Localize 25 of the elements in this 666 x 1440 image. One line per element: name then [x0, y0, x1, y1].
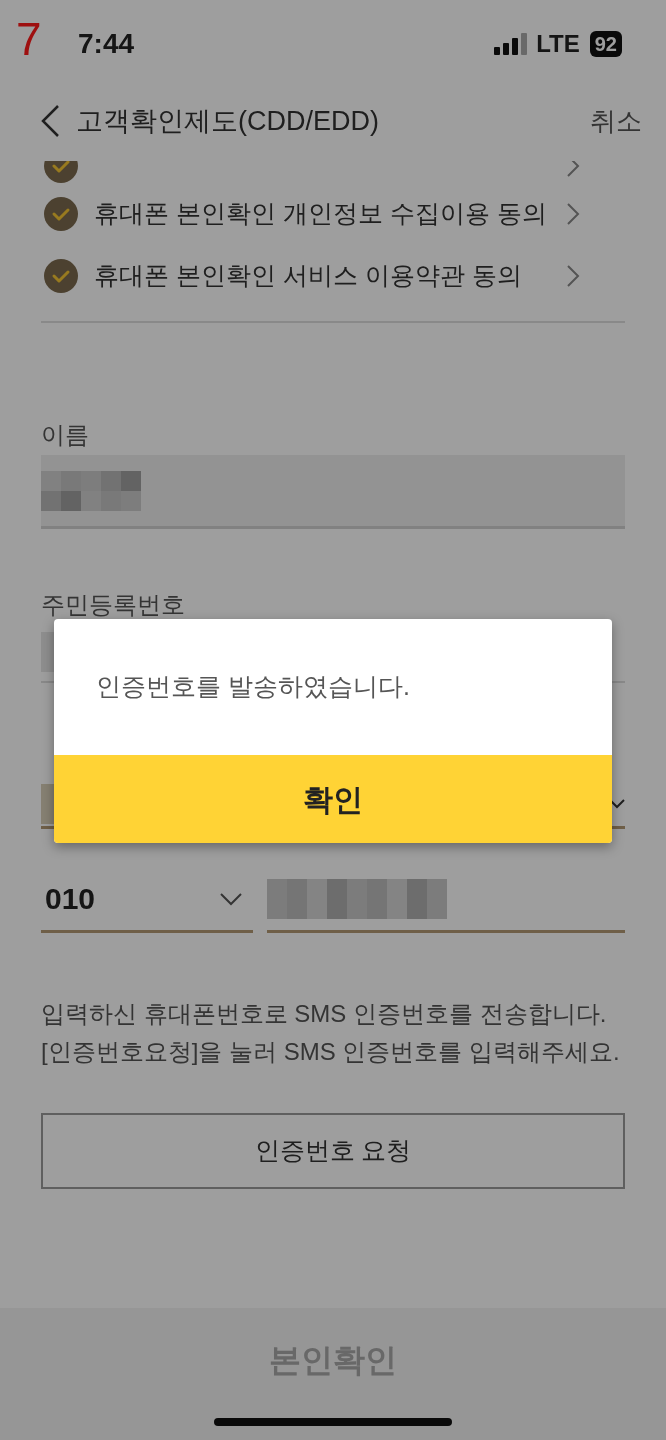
chevron-right-icon [566, 161, 580, 178]
help-text: 입력하신 휴대폰번호로 SMS 인증번호를 전송합니다. [인증번호요청]을 눌러 SMS 인증번호를 입력해주세요. [41, 999, 621, 1067]
page-title: 고객확인제도(CDD/EDD) [76, 104, 379, 138]
signal-icon [494, 33, 529, 55]
field-label: 주민등록번호 [41, 590, 186, 620]
chevron-right-icon [566, 264, 580, 288]
chevron-right-icon [566, 202, 580, 226]
check-icon[interactable] [44, 197, 78, 231]
cancel-button[interactable]: 취소 [590, 101, 642, 141]
field-label: 이름 [41, 420, 90, 450]
caret-icon [609, 798, 625, 809]
check-icon[interactable] [44, 259, 78, 293]
annotation-number: 7 [16, 16, 43, 62]
confirm-button[interactable]: 확인 [54, 755, 612, 843]
agreement-label[interactable]: 휴대폰 본인확인 개인정보 수집이용 동의 [94, 195, 550, 233]
agreement-label[interactable]: 휴대폰 본인확인 서비스 이용약관 동의 [94, 257, 550, 295]
caret-icon [219, 891, 243, 906]
network-label: LTE [536, 29, 580, 59]
request-code-button[interactable]: 인증번호 요청 [41, 1113, 625, 1189]
dialog-message: 인증번호를 발송하였습니다. [96, 671, 410, 703]
name-field[interactable] [41, 455, 625, 529]
status-time: 7:44 [78, 27, 135, 61]
battery-icon: 92 [589, 31, 622, 57]
back-icon[interactable] [40, 104, 60, 138]
carrier-select[interactable]: 010 [41, 867, 253, 933]
